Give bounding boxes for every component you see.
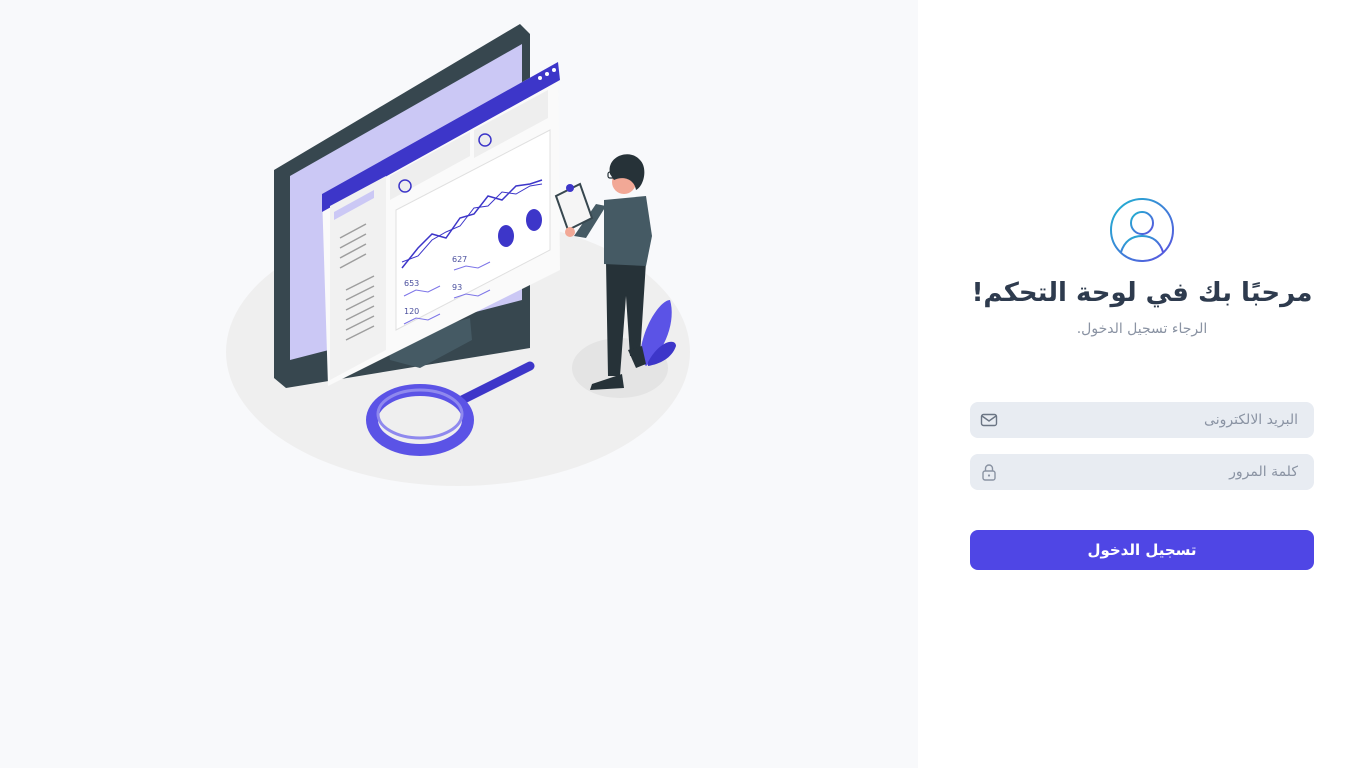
- stat-120: 120: [404, 307, 419, 316]
- email-input[interactable]: [1006, 402, 1298, 438]
- stat-627: 627: [452, 255, 467, 264]
- envelope-icon: [980, 413, 998, 427]
- login-button[interactable]: تسجيل الدخول: [970, 530, 1314, 570]
- password-field[interactable]: [970, 454, 1314, 490]
- user-circle-icon: [1110, 198, 1174, 262]
- login-subtitle: الرجاء تسجيل الدخول.: [1076, 321, 1208, 337]
- login-panel: مرحبًا بك في لوحة التحكم! الرجاء تسجيل ا…: [918, 0, 1366, 768]
- analytics-illustration: 627 653 93 120: [226, 24, 690, 486]
- lock-icon: [982, 464, 996, 481]
- stat-93: 93: [452, 283, 462, 292]
- email-field[interactable]: [970, 402, 1314, 438]
- password-input[interactable]: [1006, 454, 1298, 490]
- welcome-title: مرحبًا بك في لوحة التحكم!: [971, 278, 1313, 308]
- stat-653: 653: [404, 279, 419, 288]
- illustration-panel: 627 653 93 120: [0, 0, 918, 768]
